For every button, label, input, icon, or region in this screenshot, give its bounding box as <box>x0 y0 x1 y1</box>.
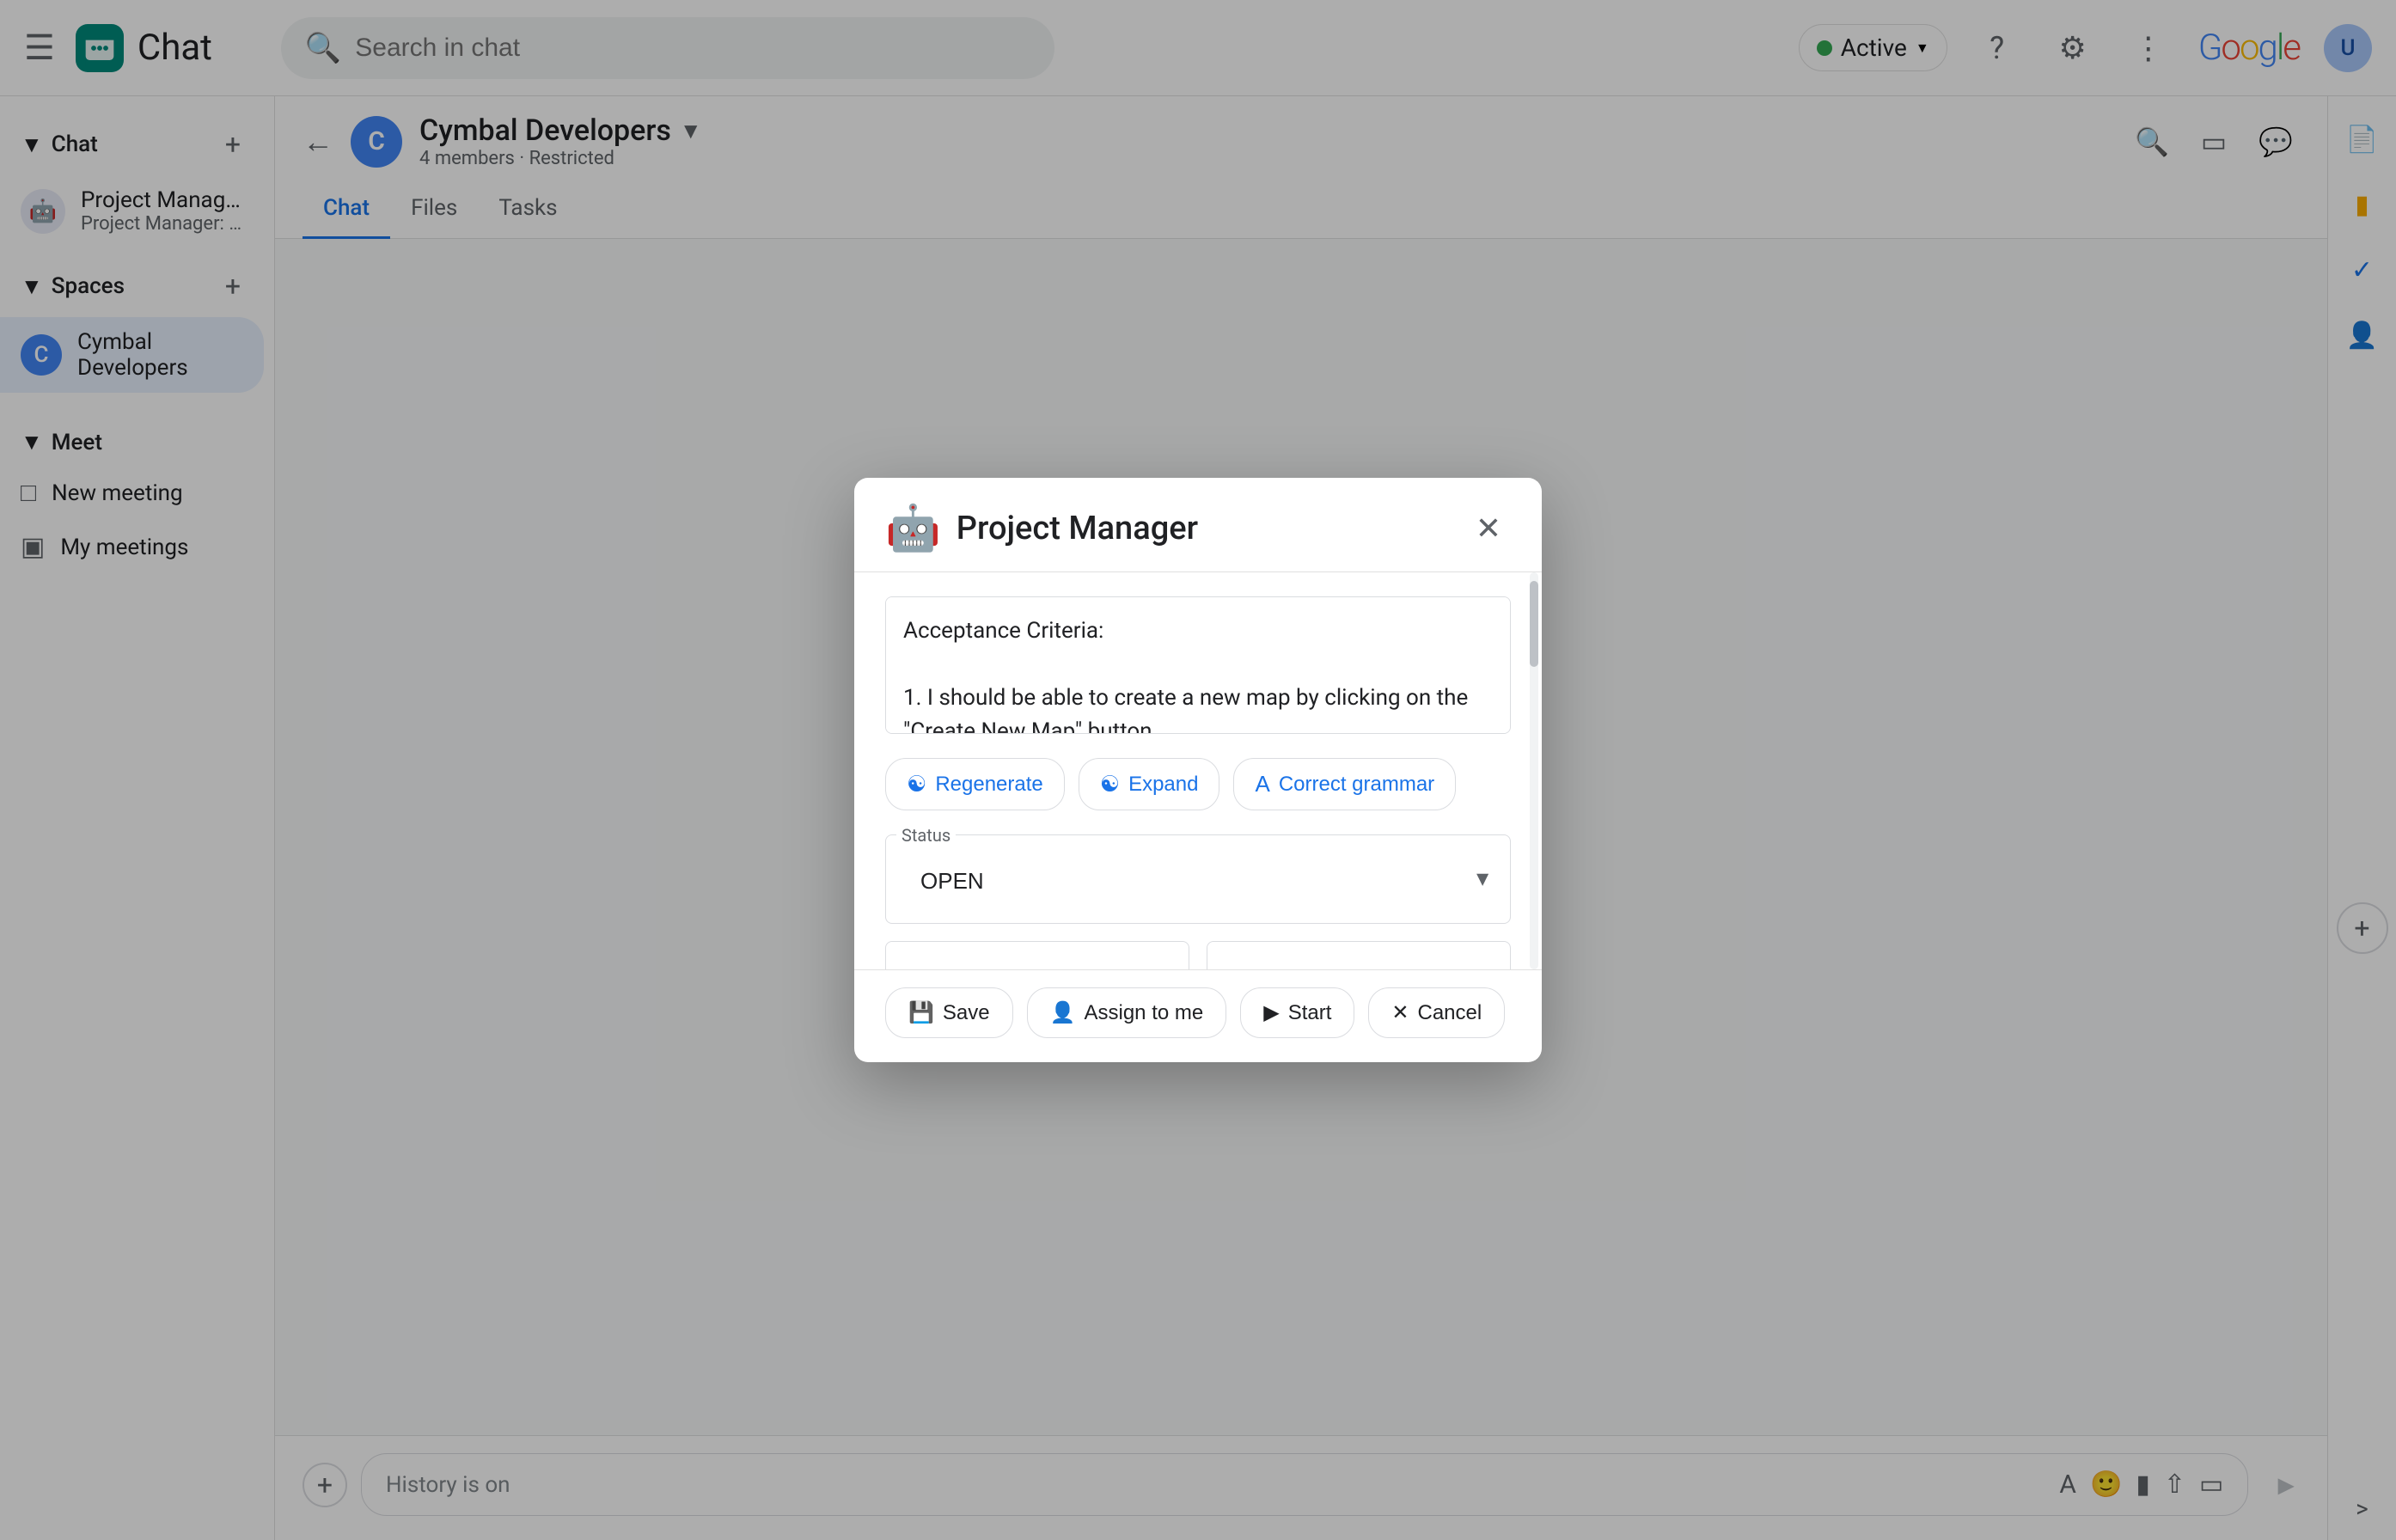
save-button[interactable]: 💾 Save <box>885 987 1013 1038</box>
start-button[interactable]: ▶ Start <box>1240 987 1354 1038</box>
modal-footer: 💾 Save 👤 Assign to me ▶ Start ✕ Cancel <box>854 969 1542 1062</box>
modal-title: Project Manager <box>957 510 1198 547</box>
modal-textarea[interactable]: Acceptance Criteria: 1. I should be able… <box>885 596 1511 734</box>
expand-button[interactable]: ☯ Expand <box>1079 758 1220 810</box>
modal-body: Acceptance Criteria: 1. I should be able… <box>854 572 1542 969</box>
status-field: Status OPEN IN PROGRESS DONE ▼ <box>885 834 1511 924</box>
project-manager-modal: 🤖 Project Manager ✕ Acceptance Criteria:… <box>854 478 1542 1062</box>
correct-grammar-button[interactable]: A Correct grammar <box>1233 758 1456 810</box>
priority-select[interactable]: Priority Low Medium High <box>903 957 1171 969</box>
priority-select-wrapper: Priority Low Medium High ▼ <box>885 941 1189 969</box>
cancel-icon: ✕ <box>1391 1000 1409 1025</box>
scrollbar-thumb[interactable] <box>1530 581 1538 667</box>
start-icon: ▶ <box>1263 1000 1279 1025</box>
ai-buttons: ☯ Regenerate ☯ Expand A Correct grammar <box>885 758 1511 810</box>
modal-overlay[interactable]: 🤖 Project Manager ✕ Acceptance Criteria:… <box>0 0 2396 1540</box>
expand-icon: ☯ <box>1100 771 1120 798</box>
size-select[interactable]: Size Small Medium Large <box>1225 957 1493 969</box>
grammar-icon: A <box>1255 771 1269 798</box>
status-select[interactable]: OPEN IN PROGRESS DONE <box>903 852 1493 909</box>
scrollbar-track <box>1530 572 1538 969</box>
size-select-wrapper: Size Small Medium Large ▼ <box>1207 941 1511 969</box>
modal-close-button[interactable]: ✕ <box>1466 506 1511 551</box>
regenerate-icon: ☯ <box>907 771 926 798</box>
assign-to-me-button[interactable]: 👤 Assign to me <box>1027 987 1227 1038</box>
save-icon: 💾 <box>908 1000 934 1025</box>
modal-header-left: 🤖 Project Manager <box>885 502 1198 554</box>
status-select-wrapper: Status OPEN IN PROGRESS DONE ▼ <box>885 834 1511 924</box>
modal-header: 🤖 Project Manager ✕ <box>854 478 1542 572</box>
modal-robot-icon: 🤖 <box>885 502 941 554</box>
regenerate-button[interactable]: ☯ Regenerate <box>885 758 1065 810</box>
assign-icon: 👤 <box>1050 1000 1076 1025</box>
cancel-button[interactable]: ✕ Cancel <box>1368 987 1505 1038</box>
status-label: Status <box>896 825 956 846</box>
priority-size-row: Priority Low Medium High ▼ Size Small Me… <box>885 941 1511 969</box>
